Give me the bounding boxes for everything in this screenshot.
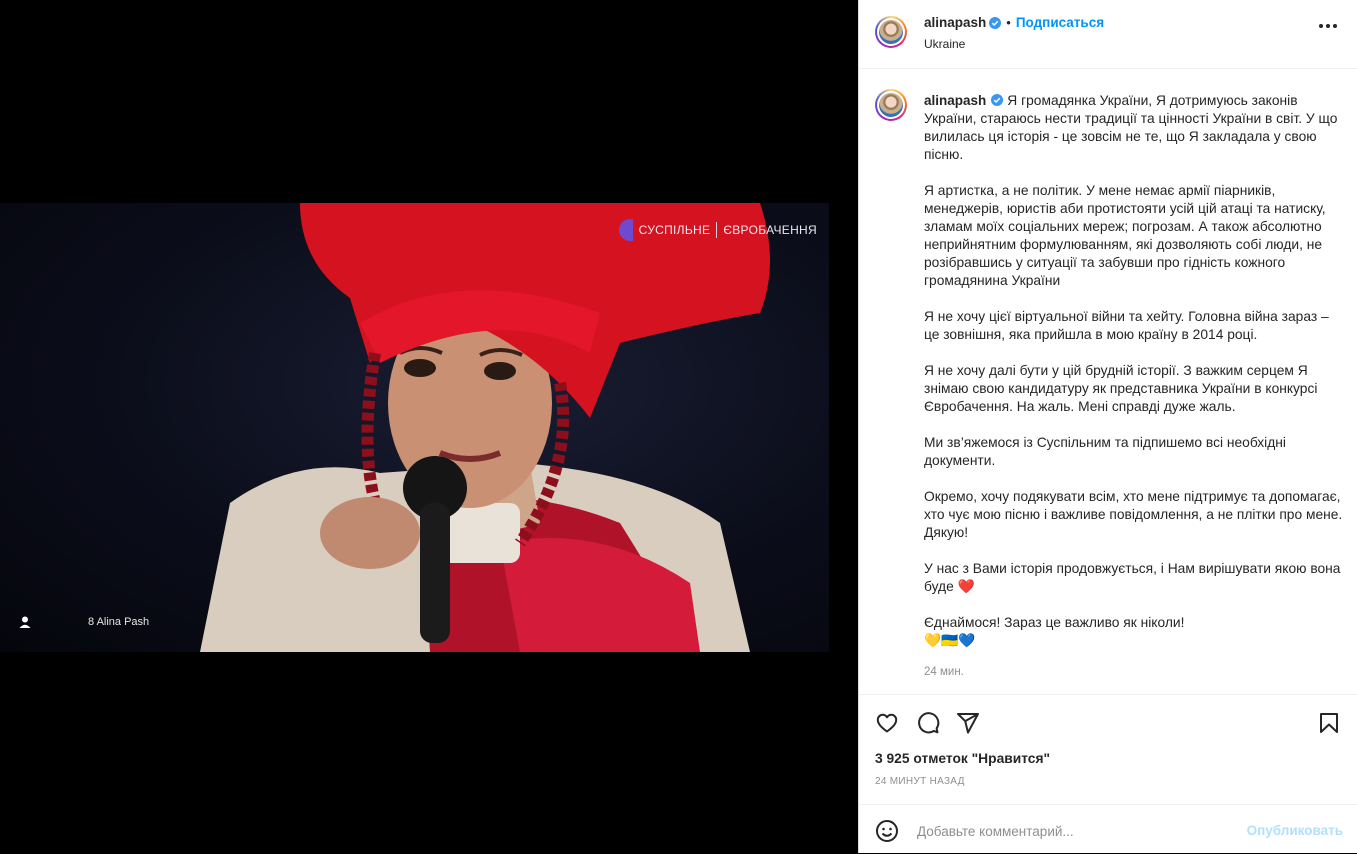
post-image[interactable]: СУСПІЛЬНЕ ЄВРОБАЧЕННЯ: [0, 203, 829, 652]
bookmark-icon[interactable]: [1317, 711, 1341, 735]
post-header: alinapash • Подписаться Ukraine: [859, 0, 1357, 69]
tagged-people-button[interactable]: 8 Alina Pash: [18, 615, 149, 629]
caption-paragraph-5: Ми зв’яжемося із Суспільним та підпишемо…: [924, 435, 1286, 468]
caption-avatar[interactable]: [875, 89, 907, 121]
performer-illustration: [200, 203, 770, 652]
caption-paragraph-3: Я не хочу цієї віртуальної війни та хейт…: [924, 309, 1329, 342]
header-username[interactable]: alinapash: [924, 15, 986, 30]
red-heart-emoji: ❤️: [957, 579, 975, 594]
follow-button[interactable]: Подписаться: [1016, 15, 1104, 30]
caption-paragraph-2: Я артистка, а не політик. У мене немає а…: [924, 183, 1326, 288]
separator-dot: •: [1006, 15, 1011, 30]
publish-button[interactable]: Опубликовать: [1247, 823, 1343, 838]
caption-paragraph-8: Єднаймося! Зараз це важливо як ніколи! 💛🇺…: [924, 614, 1344, 650]
caption-paragraph-7: У нас з Вами історія продовжується, і На…: [924, 560, 1344, 596]
comment-bar: Опубликовать: [859, 804, 1357, 854]
caption-text: У нас з Вами історія продовжується, і На…: [924, 561, 1341, 594]
caption-text: Я громадянка України, Я дотримуюсь закон…: [924, 93, 1338, 162]
flag-hearts-emoji: 💛🇺🇦💙: [924, 633, 976, 648]
post-side-panel: alinapash • Подписаться Ukraine alinapas…: [858, 0, 1357, 853]
comment-icon[interactable]: [916, 711, 940, 735]
likes-count[interactable]: 3 925 отметок "Нравится": [875, 751, 1050, 766]
caption-paragraph-6: Окремо, хочу подякувати всім, хто мене п…: [924, 489, 1343, 540]
location-link[interactable]: Ukraine: [924, 37, 965, 51]
tag-label: 8 Alina Pash: [88, 616, 150, 628]
comments-area: alinapash Я громадянка України, Я дотриму…: [859, 69, 1357, 694]
posted-time[interactable]: 24 МИНУТ НАЗАД: [875, 776, 965, 787]
watermark-divider: [716, 222, 718, 238]
header-name-row: alinapash • Подписаться: [924, 15, 1104, 30]
caption: alinapash Я громадянка України, Я дотриму…: [924, 92, 1344, 650]
more-options-icon[interactable]: [1319, 24, 1337, 28]
caption-paragraph-4: Я не хочу далі бути у цій брудній історі…: [924, 363, 1318, 414]
broadcast-watermark: СУСПІЛЬНЕ ЄВРОБАЧЕННЯ: [618, 219, 817, 241]
caption-text: Єднаймося! Зараз це важливо як ніколи!: [924, 615, 1185, 630]
caption-username[interactable]: alinapash: [924, 93, 986, 108]
verified-badge-icon: [991, 94, 1004, 106]
caption-timestamp[interactable]: 24 мин.: [924, 666, 964, 678]
broadcaster-logo-icon: [618, 219, 633, 241]
emoji-icon[interactable]: [875, 819, 899, 843]
caption-paragraph-1: alinapash Я громадянка України, Я дотриму…: [924, 92, 1344, 164]
avatar[interactable]: [875, 16, 907, 48]
watermark-right: ЄВРОБАЧЕННЯ: [723, 223, 817, 237]
action-bar: 3 925 отметок "Нравится" 24 МИНУТ НАЗАД: [859, 694, 1357, 805]
person-tag-icon[interactable]: [18, 615, 32, 629]
media-pane[interactable]: СУСПІЛЬНЕ ЄВРОБАЧЕННЯ 8 Alina Pash: [0, 0, 858, 853]
verified-badge-icon: [989, 16, 1002, 29]
watermark-left: СУСПІЛЬНЕ: [638, 223, 711, 237]
heart-icon[interactable]: [875, 711, 899, 735]
comment-input[interactable]: [915, 819, 1239, 843]
share-icon[interactable]: [956, 711, 980, 735]
